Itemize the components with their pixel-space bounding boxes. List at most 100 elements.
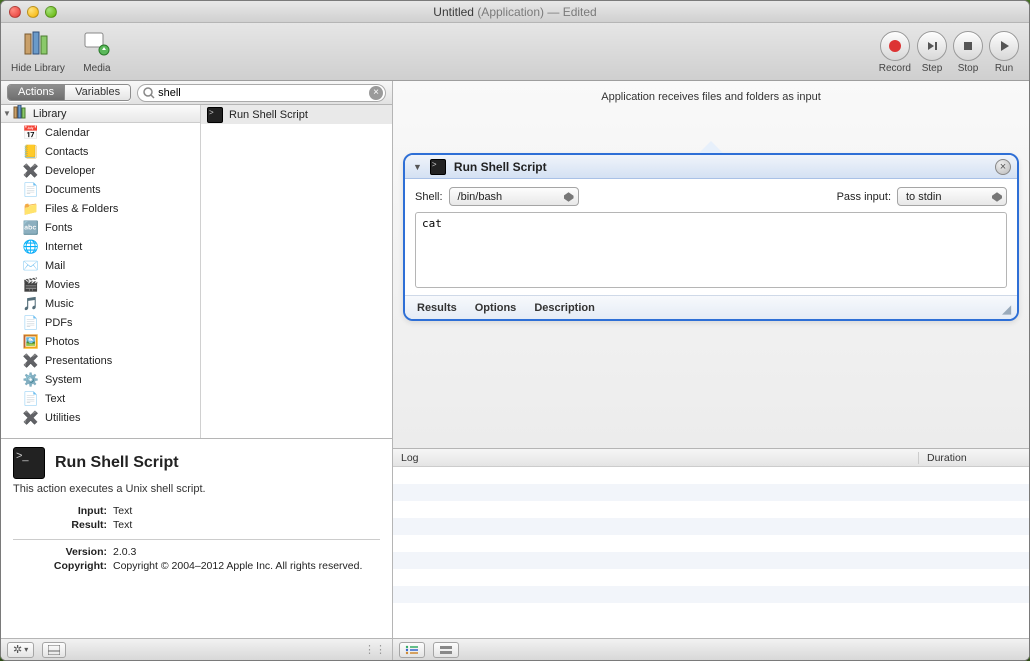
library-icon [20, 27, 56, 61]
library-pane: Actions Variables × ▼ Library [1, 81, 393, 660]
record-icon [880, 31, 910, 61]
step-icon [917, 31, 947, 61]
sidebar-item-system[interactable]: ⚙️ System [1, 370, 200, 389]
shell-popup[interactable]: /bin/bash [449, 187, 579, 206]
sidebar-item-music[interactable]: 🎵 Music [1, 294, 200, 313]
sidebar-item-movies[interactable]: 🎬Movies [1, 275, 200, 294]
hide-library-button[interactable]: Hide Library [11, 27, 65, 74]
sidebar-item-presentations[interactable]: ✖️Presentations [1, 351, 200, 370]
duration-col-header[interactable]: Duration [919, 452, 1029, 464]
window-title: Untitled (Application) — Edited [1, 5, 1029, 19]
log-pane: Log Duration [393, 448, 1029, 638]
sidebar-item-calendar[interactable]: 📅Calendar [1, 123, 200, 142]
category-icon: 📄 [23, 182, 39, 198]
sidebar-item-label: System [45, 374, 82, 386]
category-icon: ⚙️ [23, 372, 39, 388]
sidebar-item-photos[interactable]: 🖼️ Photos [1, 332, 200, 351]
category-icon: ✉️ [23, 258, 39, 274]
sidebar-item-mail[interactable]: ✉️ Mail [1, 256, 200, 275]
stop-button[interactable]: Stop [953, 31, 983, 74]
search-field[interactable]: × [137, 84, 386, 102]
library-mode-segmented[interactable]: Actions Variables [7, 84, 131, 101]
toolbar: Hide Library Media Record Step Stop [1, 23, 1029, 81]
sidebar-item-label: Files & Folders [45, 203, 118, 215]
pass-input-popup[interactable]: to stdin [897, 187, 1007, 206]
left-bottom-bar: ✲▾ ⋮⋮ [1, 638, 392, 660]
sidebar-item-label: Movies [45, 279, 80, 291]
list-item[interactable]: Run Shell Script [201, 105, 392, 124]
library-categories[interactable]: ▼ Library 📅Calendar📒Contacts✖️Developer📄… [1, 105, 201, 438]
disclosure-triangle-icon[interactable]: ▼ [3, 109, 11, 118]
library-header[interactable]: ▼ Library [1, 105, 200, 123]
record-button[interactable]: Record [879, 31, 911, 74]
minimize-window-button[interactable] [27, 6, 39, 18]
sidebar-item-documents[interactable]: 📄 Documents [1, 180, 200, 199]
workflow-input-label: Application receives files and folders a… [393, 81, 1029, 107]
detail-description: This action executes a Unix shell script… [13, 483, 380, 495]
sidebar-item-label: Internet [45, 241, 82, 253]
gear-menu-button[interactable]: ✲▾ [7, 642, 34, 658]
sidebar-item-label: Documents [45, 184, 101, 196]
sidebar-item-label: PDFs [45, 317, 73, 329]
title-main: Untitled [433, 5, 474, 19]
flow-view-button[interactable] [433, 642, 459, 658]
action-name: Run Shell Script [229, 109, 308, 121]
category-icon: 📄 [23, 315, 39, 331]
actions-column[interactable]: Run Shell Script [201, 105, 392, 438]
media-button[interactable]: Media [79, 27, 115, 74]
sidebar-item-internet[interactable]: 🌐 Internet [1, 237, 200, 256]
workflow-action[interactable]: ▼ Run Shell Script × Shell: /bin/bash P [403, 153, 1019, 321]
sidebar-item-developer[interactable]: ✖️Developer [1, 161, 200, 180]
clear-search-button[interactable]: × [369, 86, 383, 100]
workflow-connector [393, 107, 1029, 153]
chevron-down-icon: ▾ [24, 645, 28, 654]
sidebar-item-fonts[interactable]: 🔤Fonts [1, 218, 200, 237]
category-icon: 🎵 [23, 296, 39, 312]
sidebar-item-label: Music [45, 298, 74, 310]
sidebar-item-utilities[interactable]: ✖️Utilities [1, 408, 200, 427]
remove-action-button[interactable]: × [995, 159, 1011, 175]
flow-icon [439, 645, 453, 655]
sidebar-item-files-folders[interactable]: 📁Files & Folders [1, 199, 200, 218]
script-textarea[interactable] [415, 212, 1007, 288]
resize-handle-icon[interactable]: ⋮⋮ [364, 643, 386, 656]
sidebar-item-label: Calendar [45, 127, 90, 139]
tab-options[interactable]: Options [475, 302, 517, 314]
action-title: Run Shell Script [454, 160, 547, 174]
title-type: (Application) [477, 5, 544, 19]
tab-variables[interactable]: Variables [64, 85, 130, 100]
terminal-icon [13, 447, 45, 479]
search-input[interactable] [156, 87, 369, 99]
step-button[interactable]: Step [917, 31, 947, 74]
gear-icon: ✲ [13, 643, 22, 656]
automator-window: Untitled (Application) — Edited Hide Lib… [0, 0, 1030, 661]
list-view-button[interactable] [399, 642, 425, 658]
stop-icon [953, 31, 983, 61]
tab-description[interactable]: Description [534, 302, 595, 314]
resize-grip-icon[interactable]: ◢ [1003, 303, 1011, 316]
workflow-pane: Application receives files and folders a… [393, 81, 1029, 660]
log-col-header[interactable]: Log [393, 452, 919, 464]
toggle-detail-button[interactable] [42, 642, 66, 658]
disclosure-triangle-icon[interactable]: ▼ [413, 162, 422, 172]
terminal-icon [207, 107, 223, 123]
search-icon [142, 86, 156, 100]
sidebar-item-pdfs[interactable]: 📄 PDFs [1, 313, 200, 332]
run-button[interactable]: Run [989, 31, 1019, 74]
media-icon [79, 27, 115, 61]
sidebar-item-text[interactable]: 📄Text [1, 389, 200, 408]
sidebar-item-label: Photos [45, 336, 79, 348]
close-window-button[interactable] [9, 6, 21, 18]
tab-results[interactable]: Results [417, 302, 457, 314]
category-icon: ✖️ [23, 353, 39, 369]
sidebar-item-contacts[interactable]: 📒Contacts [1, 142, 200, 161]
category-icon: 📄 [23, 391, 39, 407]
sidebar-item-label: Mail [45, 260, 65, 272]
log-rows[interactable] [393, 467, 1029, 638]
tab-actions[interactable]: Actions [8, 85, 64, 100]
sidebar-item-label: Contacts [45, 146, 88, 158]
category-icon: 🌐 [23, 239, 39, 255]
category-icon: 🖼️ [23, 334, 39, 350]
action-detail-pane: Run Shell Script This action executes a … [1, 438, 392, 638]
zoom-window-button[interactable] [45, 6, 57, 18]
